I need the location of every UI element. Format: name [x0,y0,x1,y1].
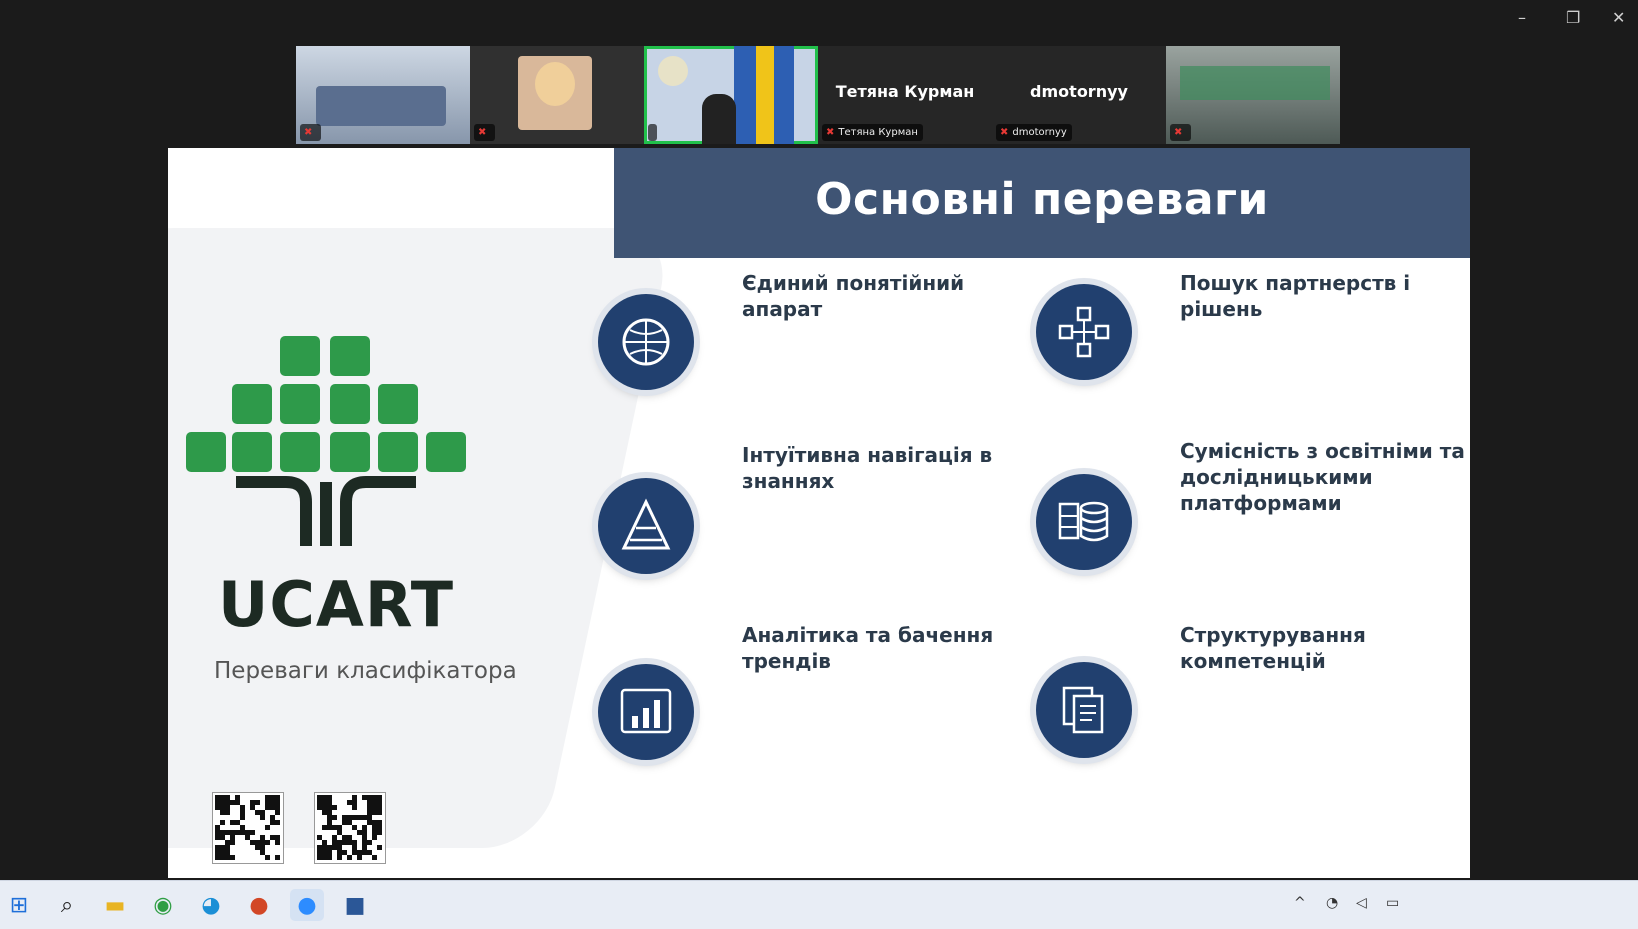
qr-code-2 [314,792,386,864]
participant-tile-2[interactable]: ✖ [470,46,644,144]
video-thumbnail [1180,66,1330,100]
participant-caption: ✖ dmotornyy [996,124,1072,141]
participant-tile-4[interactable]: Тетяна Курман ✖ Тетяна Курман [818,46,992,144]
title-banner: Основні переваги [614,148,1470,258]
mic-muted-icon: ✖ [1000,127,1009,138]
feature-competency-structuring: Структурування компетенцій [1180,623,1366,673]
feature-partnership-search: Пошук партнерств і рішень [1180,271,1411,321]
participant-caption [648,124,657,141]
participant-name: dmotornyy [1030,82,1128,101]
feature-trend-analytics: Аналітика та бачення трендів [742,623,994,673]
brand-name: UCART [218,568,455,641]
mic-muted-icon: ✖ [1174,127,1183,138]
chrome-icon[interactable]: ◉ [146,889,180,921]
feature-knowledge-navigation: Інтуїтивна навігація в знаннях [742,443,993,493]
participant-tile-3-speaking[interactable] [644,46,818,144]
shared-slide: Основні переваги UCART Переваги класифік… [168,148,1470,878]
slide-subtitle: Переваги класифікатора [214,658,517,684]
participant-caption: ✖ [474,124,496,141]
participant-tile-1[interactable]: ✖ [296,46,470,144]
database-icon [1036,474,1132,570]
network-cubes-icon [1036,284,1132,380]
edge-icon[interactable]: ◕ [194,889,228,921]
globe-brain-icon [598,294,694,390]
participant-photo [518,56,592,130]
feature-platform-compatibility: Сумісність з освітніми та дослідницькими… [1180,439,1465,515]
speaker-silhouette [702,94,736,144]
flag-blue-2 [774,46,794,144]
restore-button[interactable]: ❐ [1566,6,1580,30]
tree-roots-icon [236,476,416,546]
minimize-button[interactable]: – [1518,6,1526,30]
documents-icon [1036,662,1132,758]
close-button[interactable]: ✕ [1612,6,1625,30]
windows-start-icon[interactable]: ⊞ [2,889,36,921]
participant-tile-5[interactable]: dmotornyy ✖ dmotornyy [992,46,1166,144]
volume-icon[interactable]: ◁ [1356,895,1367,911]
word-icon[interactable]: ■ [338,889,372,921]
participant-name: Тетяна Курман [835,82,975,101]
pyramid-icon [598,478,694,574]
video-thumbnail [316,86,446,126]
tray-overflow-chevron[interactable]: ^ [1294,895,1306,911]
emblem-icon [658,56,688,86]
feature-unified-terminology: Єдиний понятійний апарат [742,271,965,321]
slide-title: Основні переваги [815,174,1269,225]
flag-blue [734,46,756,144]
zoom-icon[interactable]: ● [290,889,324,921]
participant-caption: ✖ [1170,124,1192,141]
participant-caption: ✖ [300,124,322,141]
participant-strip: ✖ ✖ Тетяна Курман ✖ Тетяна Курман dmotorn… [296,46,1340,144]
battery-icon[interactable]: ▭ [1386,895,1399,911]
participant-caption: ✖ Тетяна Курман [822,124,923,141]
mic-muted-icon: ✖ [826,127,835,138]
network-icon[interactable]: ◔ [1326,895,1338,911]
analytics-chart-icon [598,664,694,760]
qr-code-1 [212,792,284,864]
participant-tile-6[interactable]: ✖ [1166,46,1340,144]
search-icon[interactable]: ⌕ [50,889,84,921]
mic-muted-icon: ✖ [478,127,487,138]
powerpoint-icon[interactable]: ● [242,889,276,921]
mic-muted-icon: ✖ [304,127,313,138]
file-explorer-icon[interactable]: ▬ [98,889,132,921]
windows-taskbar: ⊞ ⌕ ▬ ◉ ◕ ● ● ■ ^ ◔ ◁ ▭ [0,880,1638,929]
flag-yellow [756,46,776,144]
